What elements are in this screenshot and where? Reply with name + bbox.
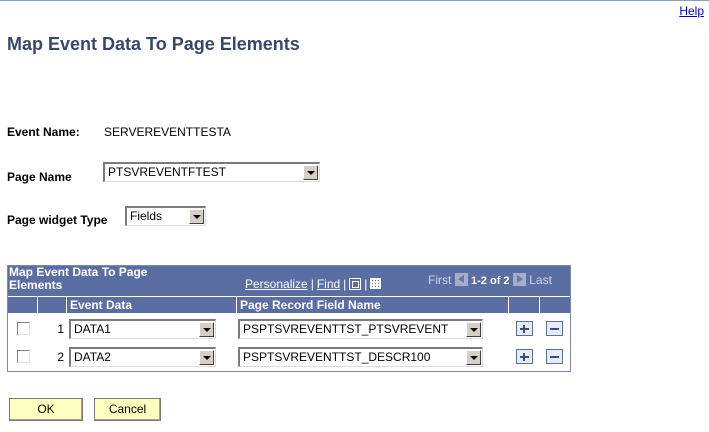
chevron-down-icon[interactable] — [199, 322, 214, 337]
first-label: First — [428, 273, 452, 287]
chevron-down-icon[interactable] — [199, 350, 214, 365]
help-link[interactable]: Help — [679, 4, 704, 18]
top-border — [0, 0, 709, 1]
view-all-icon[interactable] — [349, 278, 362, 290]
number-column-header — [38, 296, 67, 313]
event-name-label: Event Name: — [7, 125, 80, 139]
chevron-down-icon[interactable] — [466, 322, 481, 337]
delete-column-header — [540, 296, 570, 313]
event-data-value: DATA1 — [74, 322, 111, 336]
event-name-value: SERVEREVENTTESTA — [104, 125, 231, 139]
delete-row-button[interactable] — [546, 321, 563, 336]
grid-toolbar: Personalize | Find | | — [245, 277, 382, 291]
field-name-column-header: Page Record Field Name — [237, 296, 509, 313]
toolbar-separator: | — [343, 277, 347, 291]
row-number: 1 — [57, 322, 64, 336]
grid-title: Map Event Data To Page Elements — [9, 265, 148, 292]
toolbar-separator: | — [364, 277, 368, 291]
previous-icon[interactable] — [454, 273, 468, 286]
page-name-select[interactable]: PTSVREVENTFTEST — [103, 162, 320, 182]
widget-type-select[interactable]: Fields — [125, 206, 206, 226]
page-name-label: Page Name — [7, 170, 72, 184]
widget-type-label: Page widget Type — [7, 213, 108, 227]
field-name-value: PSPTSVREVENTTST_DESCR100 — [243, 350, 431, 364]
select-column-header — [8, 296, 38, 313]
add-row-button[interactable] — [516, 349, 533, 364]
toolbar-separator: | — [310, 277, 314, 291]
ok-button[interactable]: OK — [9, 398, 83, 421]
download-grid-icon[interactable] — [370, 278, 382, 289]
widget-type-value: Fields — [130, 209, 163, 223]
chevron-down-icon[interactable] — [466, 350, 481, 365]
field-name-select[interactable]: PSPTSVREVENTTST_DESCR100 — [238, 347, 483, 367]
row-select-checkbox[interactable] — [17, 322, 30, 335]
event-data-select[interactable]: DATA2 — [69, 347, 216, 367]
add-row-button[interactable] — [516, 321, 533, 336]
add-column-header — [509, 296, 540, 313]
event-data-column-header: Event Data — [67, 296, 237, 313]
find-link[interactable]: Find — [317, 277, 340, 291]
field-name-value: PSPTSVREVENTTST_PTSVREVENT — [243, 322, 449, 336]
row-range: 1-2 of 2 — [471, 275, 510, 287]
chevron-down-icon[interactable] — [189, 209, 204, 224]
last-label: Last — [529, 273, 552, 287]
event-data-grid: Map Event Data To Page Elements Personal… — [7, 265, 571, 372]
table-row: 2 DATA2 PSPTSVREVENTTST_DESCR100 — [8, 343, 570, 371]
field-name-select[interactable]: PSPTSVREVENTTST_PTSVREVENT — [238, 319, 483, 339]
next-icon[interactable] — [512, 273, 526, 286]
event-data-value: DATA2 — [74, 350, 111, 364]
chevron-down-icon[interactable] — [303, 165, 318, 180]
cancel-button[interactable]: Cancel — [94, 398, 161, 421]
grid-navigation: First 1-2 of 2 Last — [428, 273, 552, 287]
personalize-link[interactable]: Personalize — [245, 277, 308, 291]
row-select-checkbox[interactable] — [17, 350, 30, 363]
page-title: Map Event Data To Page Elements — [7, 34, 300, 54]
table-row: 1 DATA1 PSPTSVREVENTTST_PTSVREVENT — [8, 315, 570, 343]
page-name-value: PTSVREVENTFTEST — [108, 165, 227, 179]
row-number: 2 — [57, 350, 64, 364]
grid-header: Map Event Data To Page Elements Personal… — [8, 266, 570, 296]
event-data-select[interactable]: DATA1 — [69, 319, 216, 339]
delete-row-button[interactable] — [546, 349, 563, 364]
